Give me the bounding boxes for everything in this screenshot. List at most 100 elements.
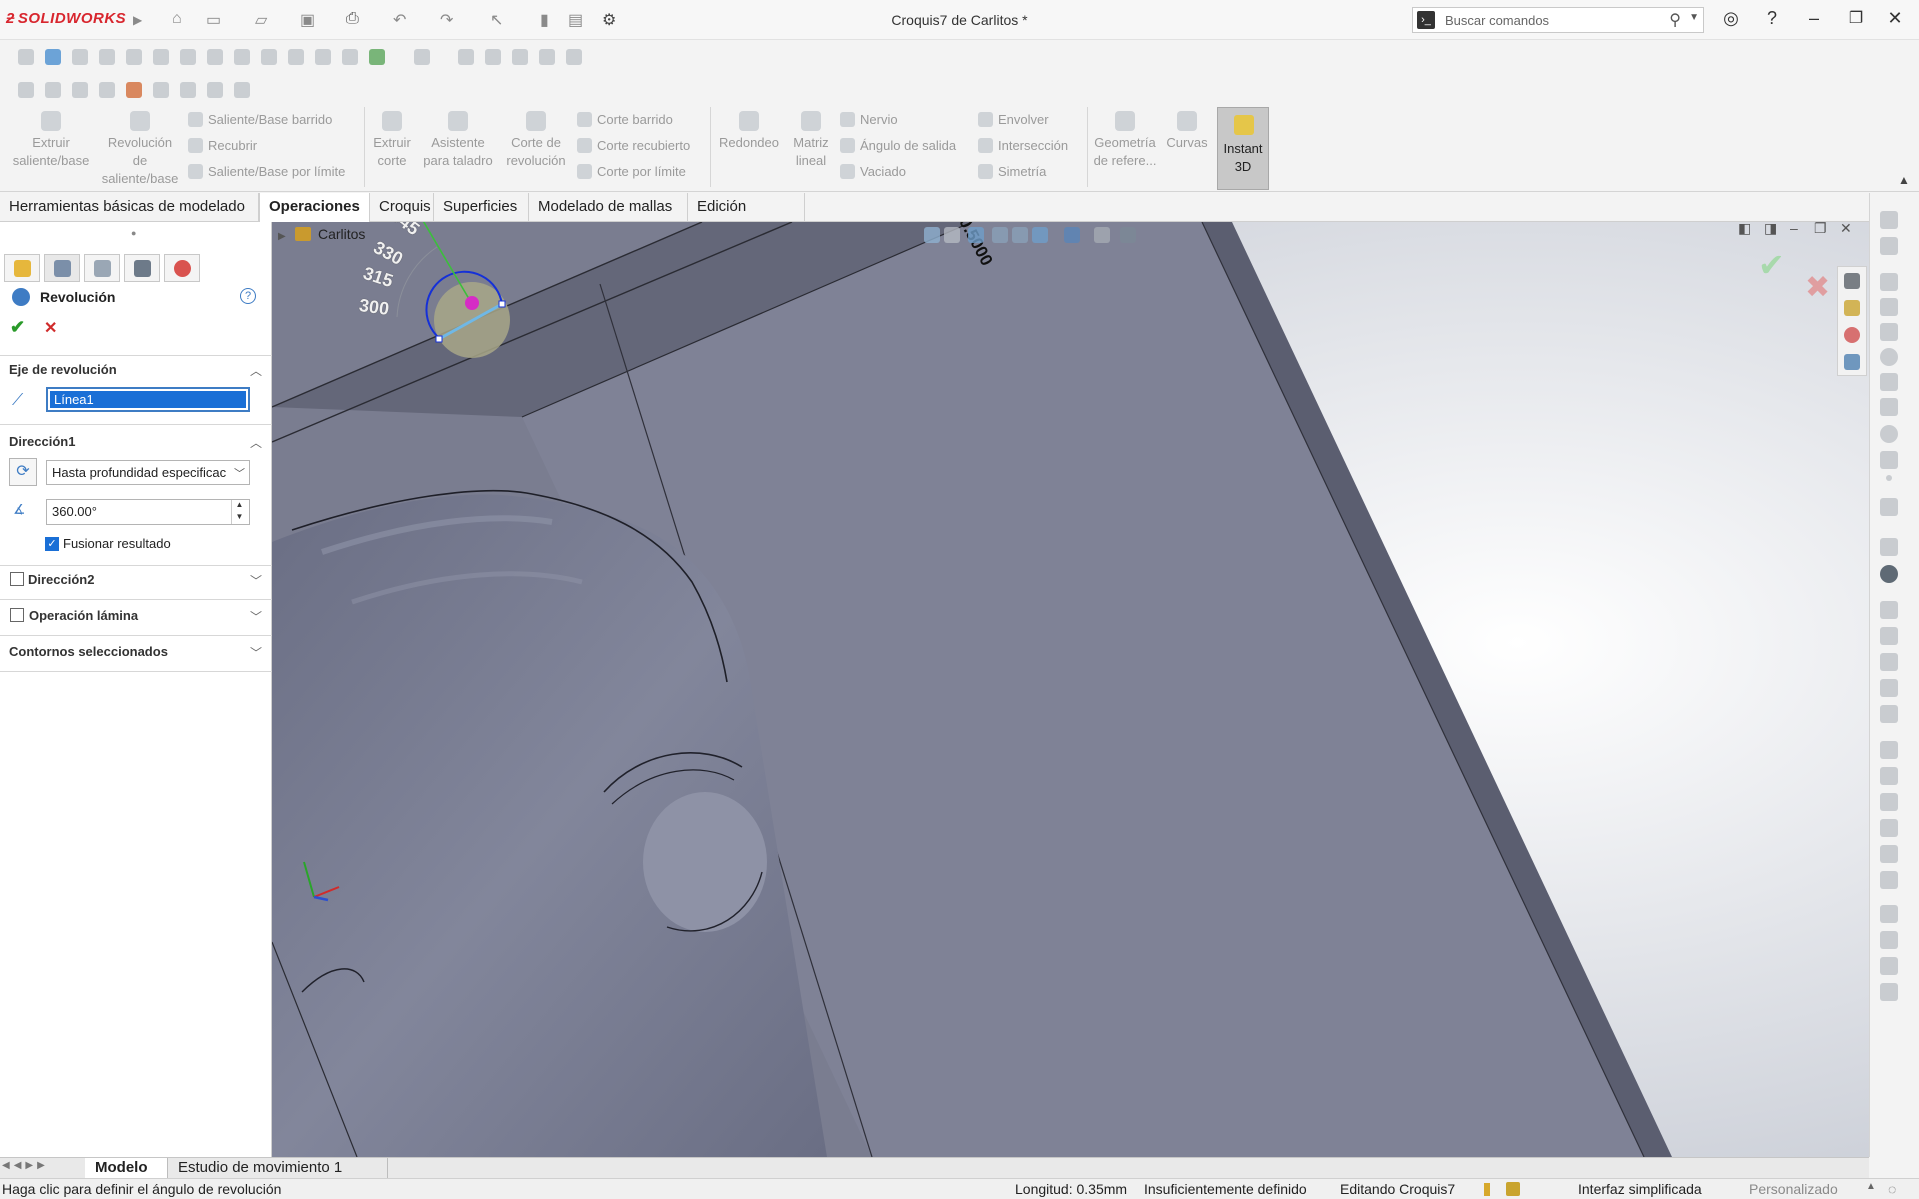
sketch-tool-icon[interactable] [153,49,169,65]
chevron-down-icon[interactable]: ﹀ [250,644,262,661]
spline-icon[interactable] [1880,398,1898,416]
wrap-button[interactable]: Envolver [978,112,1049,127]
collapse-ribbon-icon[interactable]: ▲ [1898,173,1910,187]
fillet-button[interactable]: Redondeo [714,109,784,152]
instant3d-button[interactable]: Instant 3D [1217,107,1269,190]
restore-button[interactable]: ❐ [1841,8,1871,28]
hole-wizard-button[interactable]: Asistente para taladro [418,109,498,170]
hide-show-icon[interactable] [1094,227,1110,243]
rotate-view-icon[interactable] [968,227,984,243]
endpoint-handle[interactable] [435,335,443,343]
status-custom[interactable]: Personalizado [1749,1181,1838,1197]
ellipse-icon[interactable] [1880,425,1898,443]
tab-edicion-directa[interactable]: Edición directa [688,193,805,243]
account-icon[interactable]: ◎ [1716,8,1746,29]
linear-sketch-pattern-icon[interactable] [1880,679,1898,697]
sketch-tool-icon[interactable] [180,49,196,65]
configuration-manager-tab[interactable] [84,254,120,282]
zoom-fit-icon[interactable] [944,227,960,243]
extruded-cut-button[interactable]: Extruir corte [367,109,417,170]
thin-feature-section-header[interactable]: Operación lámina ﹀ [0,608,272,630]
chevron-up-icon[interactable]: ︿ [250,434,262,451]
tab-herramientas-basicas[interactable]: Herramientas básicas de modelado [0,193,259,222]
search-icon[interactable]: ⚲ [1669,10,1681,30]
endpoint-handle[interactable] [498,300,506,308]
spin-down-icon[interactable]: ▼ [231,512,247,524]
feature-tree-flyout[interactable]: ▶ Carlitos [278,226,365,246]
end-condition-select[interactable]: Hasta profundidad especificac ﹀ [46,460,250,485]
quick-snaps-icon[interactable] [1880,793,1898,811]
tab-operaciones[interactable]: Operaciones [259,193,370,223]
expand-arrow-icon[interactable]: ▶ [278,231,286,242]
tile-right-icon[interactable]: ◨ [1764,222,1777,237]
view-orientation-icon[interactable] [1032,227,1048,243]
sketch-tool-icon[interactable] [458,49,474,65]
confirm-corner-cancel-icon[interactable]: ✖ [1805,270,1830,305]
text-icon[interactable] [1880,498,1898,516]
intersect-button[interactable]: Intersección [978,138,1068,153]
dimxpert-tab[interactable] [124,254,160,282]
draft-button[interactable]: Ángulo de salida [840,138,956,153]
move-entities-icon[interactable] [1880,705,1898,723]
direction1-section-header[interactable]: Dirección1 ︿ [0,434,272,456]
sketch-tool-icon[interactable] [566,49,582,65]
sketch-tool-icon[interactable] [261,49,277,65]
swept-cut-button[interactable]: Corte barrido [577,112,673,127]
search-commands[interactable]: ›_ Buscar comandos ⚲ ▼ [1412,7,1704,33]
axis-selection-box[interactable]: Línea1 [46,387,250,412]
chevron-up-icon[interactable]: ︿ [250,362,262,379]
sketch-tool-icon[interactable] [18,49,34,65]
extrude-boss-button[interactable]: Extruir saliente/base [4,109,98,170]
color-cube-icon[interactable] [126,82,142,98]
point-icon[interactable] [1886,475,1892,481]
minimize-doc-icon[interactable]: – [1790,222,1798,236]
loft-button[interactable]: Recubrir [188,138,257,153]
close-button[interactable]: ✕ [1880,8,1910,29]
lofted-cut-button[interactable]: Corte recubierto [577,138,690,153]
arc-icon[interactable] [1880,373,1898,391]
sketch-tool-icon[interactable] [315,49,331,65]
revolve-boss-button[interactable]: Revolución de saliente/base [99,109,181,188]
tab-croquis[interactable]: Croquis [370,193,434,222]
display-relations-icon[interactable] [1880,741,1898,759]
sketch-tool-icon[interactable] [99,49,115,65]
linear-pattern-button[interactable]: Matriz lineal [786,109,836,170]
sketch-tool-icon[interactable] [369,49,385,65]
feature-tool-icon[interactable] [18,82,34,98]
boundary-boss-button[interactable]: Saliente/Base por límite [188,164,345,179]
block-icon[interactable] [1880,905,1898,923]
display-manager-tab[interactable] [164,254,200,282]
rectangle-icon[interactable] [1880,298,1898,316]
sketch-edit-icon[interactable] [1506,1182,1520,1196]
tile-left-icon[interactable]: ◧ [1738,222,1751,237]
feature-manager-tab[interactable] [4,254,40,282]
minimize-button[interactable]: – [1799,8,1829,29]
custom-properties-icon[interactable] [1844,354,1860,370]
chevron-down-icon[interactable]: ▼ [1689,12,1699,23]
feature-tool-icon[interactable] [207,82,223,98]
boundary-cut-button[interactable]: Corte por límite [577,164,686,179]
convert-entities-icon[interactable] [1880,601,1898,619]
section-view-icon[interactable] [1012,227,1028,243]
angle-input[interactable]: 360.00° ▲ ▼ [46,499,250,525]
previous-view-icon[interactable] [992,227,1008,243]
status-menu-arrow-icon[interactable]: ▲ [1866,1181,1876,1192]
tab-modelo[interactable]: Modelo [85,1158,168,1179]
cancel-x-button[interactable]: ✕ [44,318,57,338]
help-icon[interactable]: ? [240,288,256,304]
selected-contours-section-header[interactable]: Contornos seleccionados ﹀ [0,644,272,666]
mirror-entities-icon[interactable] [1880,653,1898,671]
property-manager-tab[interactable] [44,254,80,282]
sketch-tool-icon[interactable] [342,49,358,65]
chevron-down-icon[interactable]: ﹀ [231,465,245,481]
axis-value[interactable]: Línea1 [50,391,246,408]
tab-scroll-arrows-icon[interactable]: ◀◀▶▶ [2,1160,49,1171]
check-sketch-icon[interactable] [1880,957,1898,975]
line-icon[interactable] [1880,273,1898,291]
zoom-tool-icon[interactable] [45,49,61,65]
status-interface[interactable]: Interfaz simplificada [1578,1181,1702,1197]
design-library-icon[interactable] [1844,300,1860,316]
sketch-tool-icon[interactable] [485,49,501,65]
edit-appearance-icon[interactable] [1120,227,1136,243]
tab-motion-study[interactable]: Estudio de movimiento 1 [168,1158,388,1179]
